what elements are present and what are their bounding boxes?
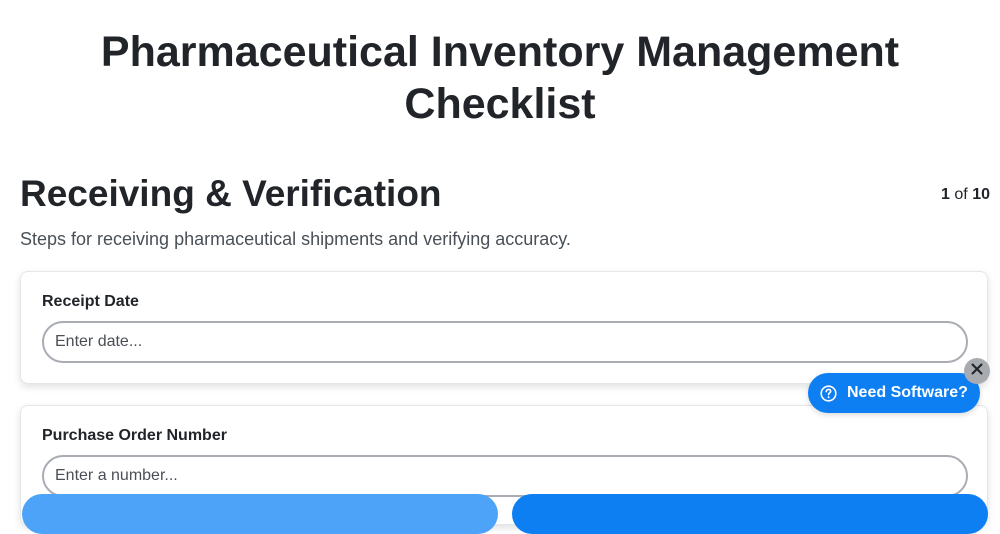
- close-icon: [971, 362, 983, 380]
- question-circle-icon: [820, 384, 837, 402]
- receipt-date-input[interactable]: [42, 321, 968, 363]
- receipt-date-label: Receipt Date: [42, 293, 139, 310]
- purchase-order-input[interactable]: [42, 455, 968, 497]
- promo-close-button[interactable]: [964, 358, 990, 384]
- step-total: 10: [972, 186, 990, 203]
- step-counter: 1 of 10: [941, 185, 990, 205]
- need-software-label: Need Software?: [847, 384, 968, 401]
- field-card-receipt-date: Receipt Date: [20, 271, 988, 384]
- page-title: Pharmaceutical Inventory Management Chec…: [100, 28, 900, 128]
- step-of: of: [954, 186, 968, 203]
- need-software-button[interactable]: Need Software?: [808, 373, 980, 413]
- step-current: 1: [941, 186, 950, 203]
- purchase-order-label: Purchase Order Number: [42, 427, 227, 444]
- next-button[interactable]: [512, 494, 988, 534]
- section-description: Steps for receiving pharmaceutical shipm…: [20, 229, 571, 249]
- section-title: Receiving & Verification: [20, 173, 442, 214]
- previous-button[interactable]: [22, 494, 498, 534]
